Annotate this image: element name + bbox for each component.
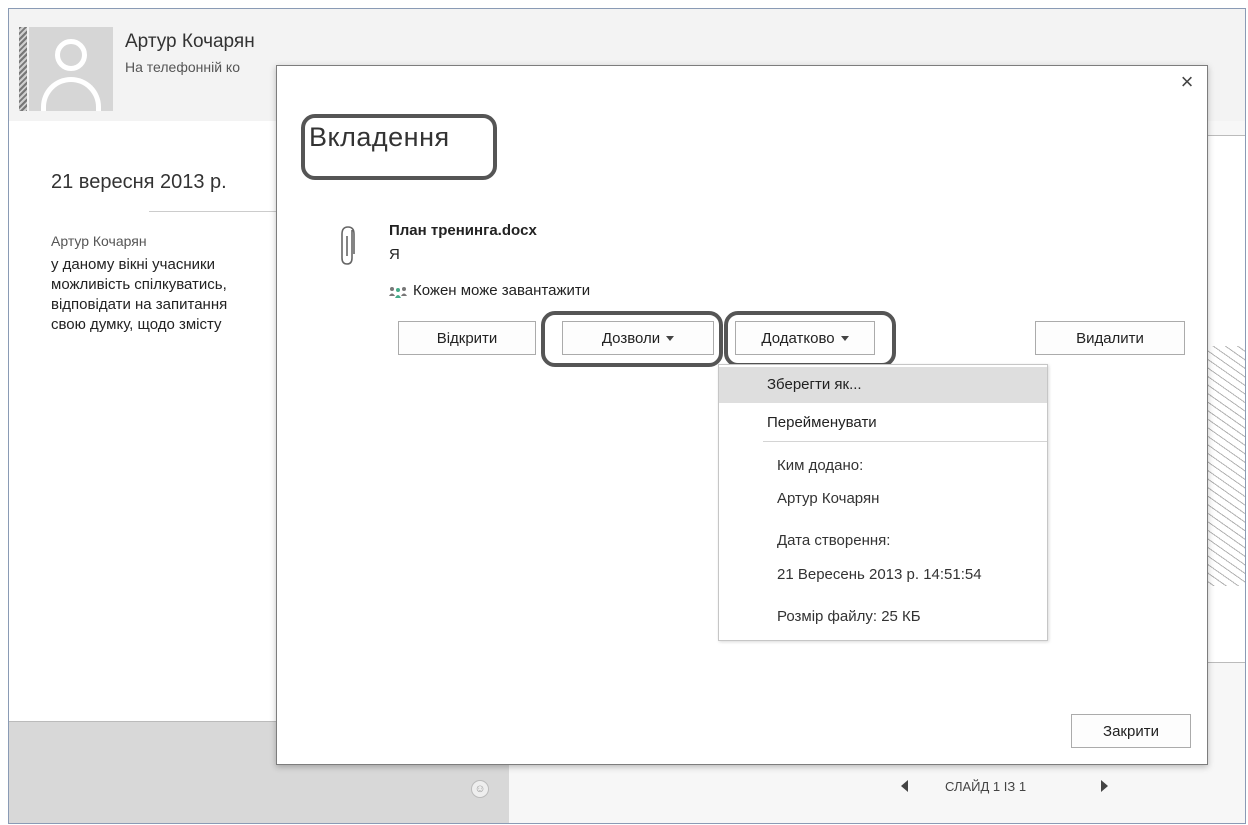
attachments-dialog: × Вкладення План тренинга.docx Я Кожен м… bbox=[276, 65, 1208, 765]
open-button[interactable]: Відкрити bbox=[398, 321, 536, 355]
close-button[interactable]: Закрити bbox=[1071, 714, 1191, 748]
attachment-owner: Я bbox=[389, 246, 400, 263]
chevron-down-icon bbox=[666, 335, 675, 341]
triangle-right-icon[interactable] bbox=[1101, 780, 1108, 792]
presence-bar bbox=[19, 27, 27, 111]
menu-item-save-as[interactable]: Зберегти як... bbox=[719, 367, 1047, 403]
file-size: Розмір файлу: 25 КБ bbox=[777, 608, 921, 625]
contact-status: На телефонній ко bbox=[125, 59, 240, 75]
slide-image bbox=[1208, 346, 1245, 586]
created-value: 21 Вересень 2013 р. 14:51:54 bbox=[777, 566, 982, 583]
more-button-label: Додатково bbox=[761, 329, 835, 347]
dialog-title: Вкладення bbox=[309, 122, 450, 152]
close-icon[interactable]: × bbox=[1177, 71, 1197, 93]
close-button-label: Закрити bbox=[1103, 722, 1159, 740]
triangle-left-icon[interactable] bbox=[901, 780, 908, 792]
paperclip-icon bbox=[341, 226, 355, 265]
slide-navigation: СЛАЙД 1 ІЗ 1 bbox=[889, 777, 1129, 801]
delete-button-label: Видалити bbox=[1076, 329, 1144, 347]
added-by-value: Артур Кочарян bbox=[777, 490, 880, 507]
added-by-label: Ким додано: bbox=[777, 457, 864, 474]
permissions-button[interactable]: Дозволи bbox=[562, 321, 714, 355]
menu-item-rename[interactable]: Перейменувати bbox=[719, 405, 1047, 441]
more-button[interactable]: Додатково bbox=[735, 321, 875, 355]
emoticon-icon[interactable]: ☺ bbox=[471, 780, 489, 798]
contact-name[interactable]: Артур Кочарян bbox=[125, 31, 255, 53]
slide-counter: СЛАЙД 1 ІЗ 1 bbox=[945, 779, 1027, 794]
permission-text: Кожен може завантажити bbox=[413, 282, 591, 299]
permissions-button-label: Дозволи bbox=[601, 329, 661, 347]
menu-divider bbox=[763, 441, 1047, 442]
attachment-file-name[interactable]: План тренинга.docx bbox=[389, 222, 537, 239]
avatar-head-icon bbox=[55, 39, 87, 71]
people-icon bbox=[389, 287, 407, 298]
conversation-date: 21 вересня 2013 р. bbox=[51, 171, 227, 193]
avatar-body-icon bbox=[41, 77, 101, 111]
open-button-label: Відкрити bbox=[436, 329, 498, 347]
more-dropdown-menu: Зберегти як... Перейменувати Ким додано:… bbox=[718, 364, 1048, 641]
message-author: Артур Кочарян bbox=[51, 233, 147, 249]
created-label: Дата створення: bbox=[777, 532, 891, 549]
avatar[interactable] bbox=[29, 27, 113, 111]
delete-button[interactable]: Видалити bbox=[1035, 321, 1185, 355]
chevron-down-icon bbox=[840, 335, 849, 341]
